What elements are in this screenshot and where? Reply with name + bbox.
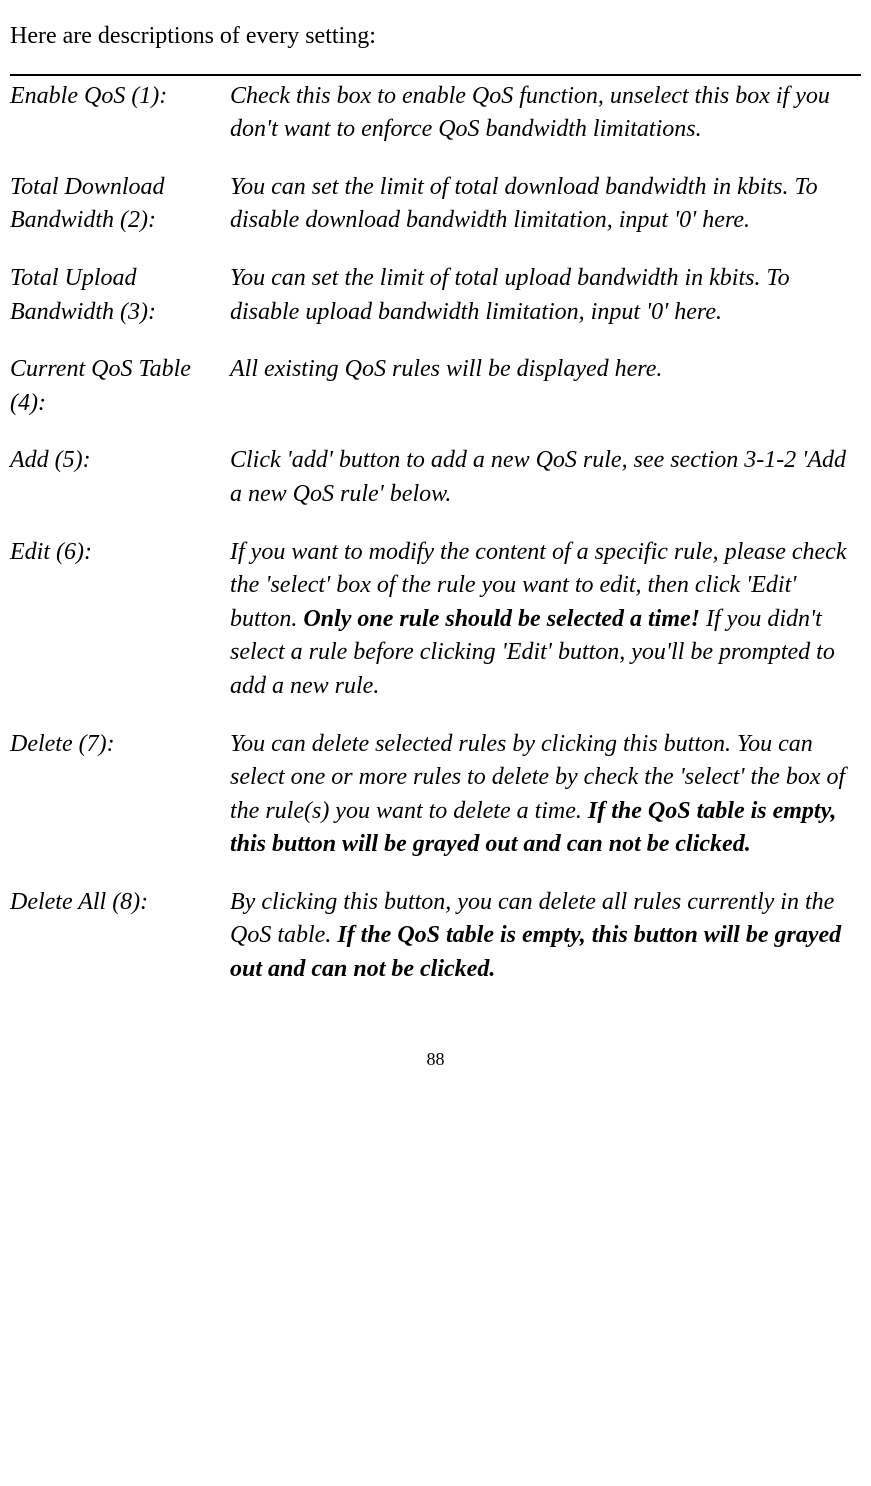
entry-row: Total Upload Bandwidth (3):You can set t… <box>10 262 861 329</box>
page-number: 88 <box>10 1047 861 1072</box>
entry-label: Delete (7): <box>10 728 230 862</box>
entry-row: Delete (7):You can delete selected rules… <box>10 728 861 862</box>
entry-label: Total Download Bandwidth (2): <box>10 171 230 238</box>
entry-label: Enable QoS (1): <box>10 80 230 147</box>
desc-text: All existing QoS rules will be displayed… <box>230 356 662 382</box>
desc-text: You can set the limit of total download … <box>230 174 818 234</box>
entry-label: Add (5): <box>10 444 230 511</box>
entry-row: Add (5):Click 'add' button to add a new … <box>10 444 861 511</box>
entry-description: You can delete selected rules by clickin… <box>230 728 861 862</box>
entry-description: Click 'add' button to add a new QoS rule… <box>230 444 861 511</box>
entry-row: Edit (6):If you want to modify the conte… <box>10 536 861 704</box>
entry-row: Total Download Bandwidth (2):You can set… <box>10 171 861 238</box>
entry-description: You can set the limit of total upload ba… <box>230 262 861 329</box>
desc-text: Click 'add' button to add a new QoS rule… <box>230 447 846 507</box>
entry-description: You can set the limit of total download … <box>230 171 861 238</box>
desc-text: Check this box to enable QoS function, u… <box>230 83 830 143</box>
intro-text: Here are descriptions of every setting: <box>10 20 861 54</box>
desc-text: Only one rule should be selected a time! <box>303 606 700 632</box>
entry-description: If you want to modify the content of a s… <box>230 536 861 704</box>
entry-row: Enable QoS (1):Check this box to enable … <box>10 80 861 147</box>
divider <box>10 74 861 76</box>
entries-list: Enable QoS (1):Check this box to enable … <box>10 80 861 987</box>
entry-description: All existing QoS rules will be displayed… <box>230 353 861 420</box>
entry-label: Edit (6): <box>10 536 230 704</box>
entry-label: Delete All (8): <box>10 886 230 987</box>
entry-row: Current QoS Table (4):All existing QoS r… <box>10 353 861 420</box>
entry-label: Current QoS Table (4): <box>10 353 230 420</box>
entry-description: By clicking this button, you can delete … <box>230 886 861 987</box>
entry-label: Total Upload Bandwidth (3): <box>10 262 230 329</box>
entry-row: Delete All (8):By clicking this button, … <box>10 886 861 987</box>
entry-description: Check this box to enable QoS function, u… <box>230 80 861 147</box>
desc-text: You can set the limit of total upload ba… <box>230 265 790 325</box>
